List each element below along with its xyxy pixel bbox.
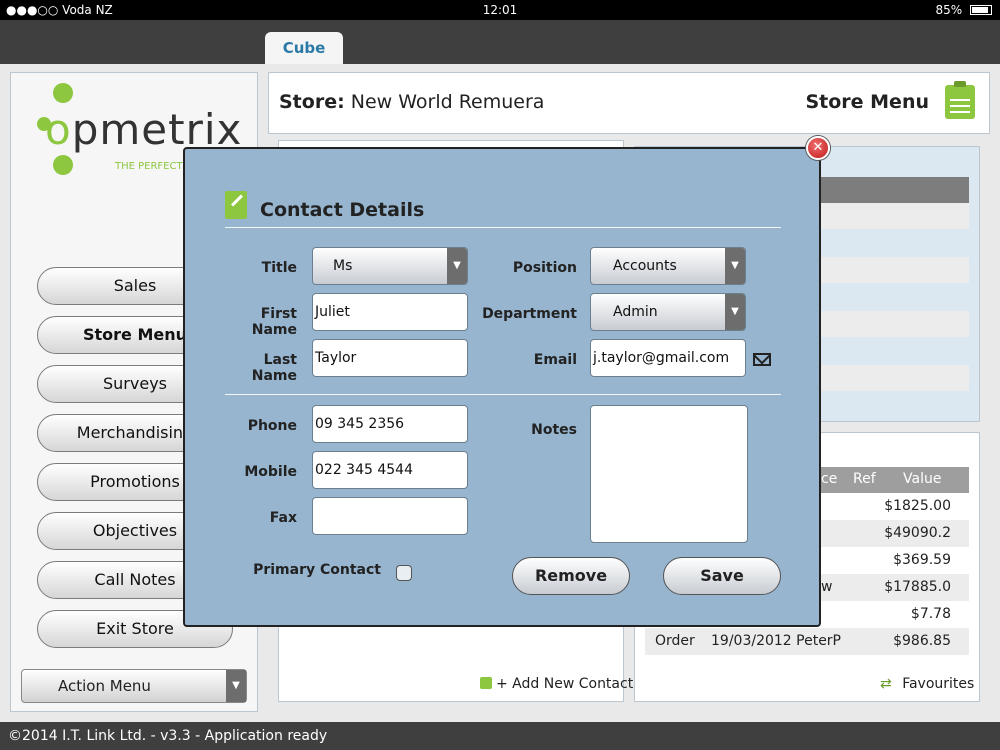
contact-details-dialog: Contact Details Title Ms ▼ First Name Ju… [183, 147, 821, 627]
divider [225, 394, 781, 395]
order-type: Order [655, 633, 695, 649]
last-name-label: Last Name [251, 352, 297, 384]
add-new-contact-link[interactable]: + Add New Contact [480, 676, 633, 692]
table-row[interactable]: Order 19/03/2012 PeterP $986.85 [645, 628, 969, 655]
dialog-title: Contact Details [260, 199, 425, 221]
chevron-down-icon: ▼ [725, 294, 745, 330]
notes-textarea[interactable] [590, 405, 748, 543]
first-name-label: First Name [251, 306, 297, 338]
chevron-down-icon: ▼ [447, 248, 467, 284]
first-name-field[interactable]: Juliet [312, 293, 468, 331]
order-type: w [821, 579, 833, 595]
footer-status: ©2014 I.T. Link Ltd. - v3.3 - Applicatio… [0, 722, 1000, 750]
column-header: ce [821, 471, 838, 487]
mail-icon[interactable] [753, 353, 771, 366]
battery-indicator: 85% [935, 3, 992, 17]
store-header: Store: New World Remuera Store Menu [268, 72, 990, 134]
position-value: Accounts [613, 258, 677, 274]
close-icon[interactable]: ✕ [806, 136, 830, 160]
department-label: Department [482, 306, 577, 322]
store-prefix: Store: [279, 91, 345, 113]
chevron-down-icon: ▼ [226, 670, 246, 702]
order-date: 19/03/2012 PeterP [711, 633, 841, 649]
tab-bar: Cube [0, 20, 1000, 64]
fax-field[interactable] [312, 497, 468, 535]
email-label: Email [533, 352, 577, 368]
store-menu-label: Store Menu [805, 91, 929, 113]
add-contact-label: + Add New Contact [496, 676, 634, 692]
battery-percent: 85% [935, 3, 963, 17]
logo-tagline: THE PERFECT S [115, 161, 193, 172]
battery-icon [970, 5, 992, 15]
order-value: $49090.2 [884, 525, 951, 541]
department-select[interactable]: Admin ▼ [590, 293, 746, 331]
remove-button[interactable]: Remove [512, 557, 630, 595]
favourites-label: Favourites [902, 676, 975, 692]
column-header: Ref [853, 471, 876, 487]
add-contact-icon [480, 677, 492, 689]
primary-contact-checkbox[interactable] [396, 565, 412, 581]
title-value: Ms [333, 258, 353, 274]
logo-dot [53, 155, 73, 175]
swap-arrows-icon: ⇄ [880, 676, 892, 692]
save-button[interactable]: Save [663, 557, 781, 595]
department-value: Admin [613, 304, 658, 320]
mobile-label: Mobile [244, 464, 297, 480]
store-name: New World Remuera [350, 91, 545, 113]
order-value: $986.85 [893, 633, 951, 649]
order-value: $369.59 [893, 552, 951, 568]
phone-label: Phone [247, 418, 297, 434]
clock: 12:01 [482, 3, 518, 17]
position-select[interactable]: Accounts ▼ [590, 247, 746, 285]
chevron-down-icon: ▼ [725, 248, 745, 284]
primary-contact-label: Primary Contact [253, 562, 381, 578]
mobile-field[interactable]: 022 345 4544 [312, 451, 468, 489]
title-label: Title [261, 260, 297, 276]
last-name-field[interactable]: Taylor [312, 339, 468, 377]
favourites-link[interactable]: ⇄ Favourites [880, 676, 974, 692]
logo-dot [53, 83, 73, 103]
title-select[interactable]: Ms ▼ [312, 247, 468, 285]
divider [225, 227, 781, 228]
clipboard-icon[interactable] [945, 81, 975, 119]
column-header: Value [903, 471, 942, 487]
tab-cube[interactable]: Cube [265, 32, 343, 64]
order-value: $1825.00 [884, 498, 951, 514]
notes-label: Notes [531, 422, 577, 438]
email-field[interactable]: j.taylor@gmail.com [590, 339, 746, 377]
phone-field[interactable]: 09 345 2356 [312, 405, 468, 443]
status-bar: ●●●○○ Voda NZ 12:01 85% [0, 0, 1000, 20]
order-value: $7.78 [910, 606, 951, 622]
order-value: $17885.0 [884, 579, 951, 595]
action-menu-label: Action Menu [58, 677, 151, 695]
action-menu-select[interactable]: Action Menu ▼ [21, 669, 247, 703]
page-title: Store: New World Remuera [279, 91, 544, 113]
edit-document-icon [225, 191, 247, 219]
fax-label: Fax [269, 510, 297, 526]
position-label: Position [512, 260, 577, 276]
